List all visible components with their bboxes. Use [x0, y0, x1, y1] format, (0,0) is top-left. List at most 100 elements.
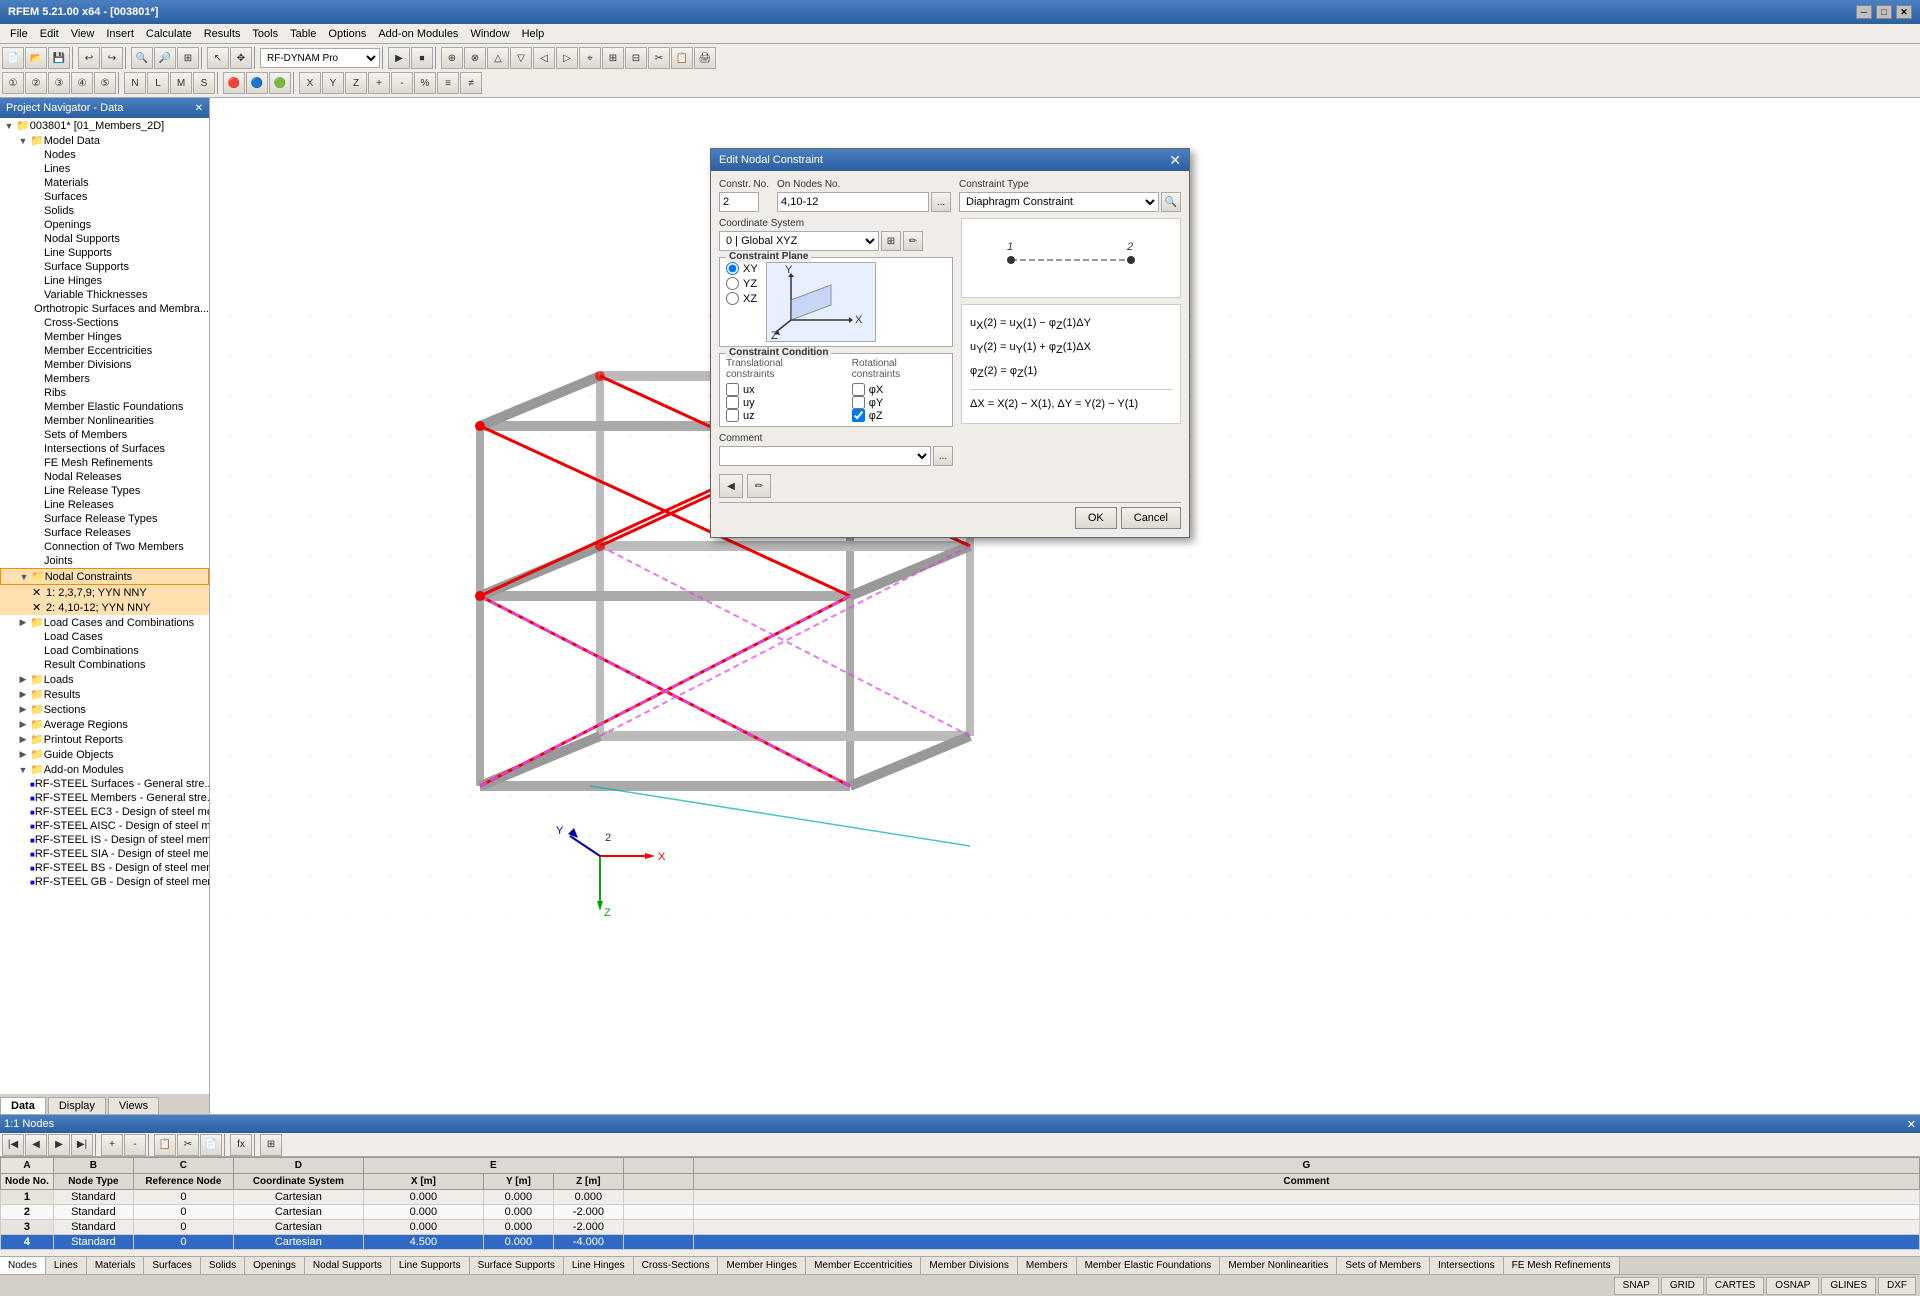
new-btn[interactable]: 📄 [2, 47, 24, 69]
tree-var-thick[interactable]: Variable Thicknesses [0, 288, 209, 302]
tb33[interactable]: X [299, 72, 321, 94]
tree-member-nonlin[interactable]: Member Nonlinearities [0, 414, 209, 428]
tree-materials[interactable]: Materials [0, 176, 209, 190]
dialog-close-btn[interactable]: ✕ [1169, 153, 1181, 167]
nav-tab-display[interactable]: Display [48, 1097, 106, 1114]
tb22[interactable]: ② [25, 72, 47, 94]
tab-fe-mesh[interactable]: FE Mesh Refinements [1504, 1257, 1620, 1274]
on-nodes-input[interactable] [777, 192, 929, 212]
tree-model-data[interactable]: ▼ 📁 Model Data [0, 133, 209, 148]
tree-openings[interactable]: Openings [0, 218, 209, 232]
table-tb-sort[interactable]: ⊞ [260, 1134, 282, 1156]
panel-close-btn[interactable]: ✕ [195, 103, 203, 114]
tree-surface-supports[interactable]: Surface Supports [0, 260, 209, 274]
menu-edit[interactable]: Edit [34, 26, 65, 42]
tab-member-hinges[interactable]: Member Hinges [718, 1257, 806, 1274]
osnap-btn[interactable]: OSNAP [1766, 1277, 1819, 1295]
tb36[interactable]: + [368, 72, 390, 94]
tree-rf-steel-surf[interactable]: ■ RF-STEEL Surfaces - General stre... [0, 777, 209, 791]
next-btn[interactable]: ✏ [747, 474, 771, 498]
grid-btn[interactable]: GRID [1661, 1277, 1704, 1295]
tb21[interactable]: ① [2, 72, 24, 94]
run-btn[interactable]: ▶ [388, 47, 410, 69]
maximize-button[interactable]: □ [1876, 5, 1892, 19]
save-btn[interactable]: 💾 [48, 47, 70, 69]
table-tb1[interactable]: |◀ [2, 1134, 24, 1156]
cancel-button[interactable]: Cancel [1121, 507, 1181, 529]
tree-toggle-nc[interactable]: ▼ [17, 572, 31, 582]
tb29[interactable]: S [193, 72, 215, 94]
stop-btn[interactable]: ⏹ [411, 47, 433, 69]
menu-tools[interactable]: Tools [246, 26, 284, 42]
tb10[interactable]: ▽ [510, 47, 532, 69]
close-button[interactable]: ✕ [1896, 5, 1912, 19]
tree-member-div[interactable]: Member Divisions [0, 358, 209, 372]
tree-lines[interactable]: Lines [0, 162, 209, 176]
table-tb5[interactable]: + [101, 1134, 123, 1156]
tab-nodal-supports[interactable]: Nodal Supports [305, 1257, 391, 1274]
table-row[interactable]: 1 Standard 0 Cartesian 0.000 0.000 0.000 [1, 1190, 1920, 1205]
tab-solids[interactable]: Solids [201, 1257, 245, 1274]
tree-load-comb[interactable]: Load Combinations [0, 644, 209, 658]
tab-surfaces[interactable]: Surfaces [144, 1257, 200, 1274]
menu-file[interactable]: File [4, 26, 34, 42]
tree-rf-steel-bs[interactable]: ■ RF-STEEL BS - Design of steel mem... [0, 861, 209, 875]
tree-container[interactable]: ▼ 📁 003801* [01_Members_2D] ▼ 📁 Model Da… [0, 118, 209, 1094]
menu-help[interactable]: Help [516, 26, 551, 42]
px-checkbox[interactable] [852, 383, 865, 396]
addon-combo[interactable]: RF-DYNAM Pro [260, 48, 380, 68]
table-row[interactable]: 3 Standard 0 Cartesian 0.000 0.000 -2.00… [1, 1220, 1920, 1235]
tree-nodal-supports[interactable]: Nodal Supports [0, 232, 209, 246]
tree-line-hinges[interactable]: Line Hinges [0, 274, 209, 288]
tab-materials[interactable]: Materials [87, 1257, 145, 1274]
table-tb7[interactable]: 📋 [154, 1134, 176, 1156]
menu-calculate[interactable]: Calculate [140, 26, 198, 42]
tab-nodes[interactable]: Nodes [0, 1257, 46, 1274]
tree-nodal-releases[interactable]: Nodal Releases [0, 470, 209, 484]
tree-line-supports[interactable]: Line Supports [0, 246, 209, 260]
tree-surface-releases[interactable]: Surface Releases [0, 526, 209, 540]
tb27[interactable]: L [147, 72, 169, 94]
tab-members[interactable]: Members [1018, 1257, 1077, 1274]
tb16[interactable]: ✂ [648, 47, 670, 69]
tree-member-ecc[interactable]: Member Eccentricities [0, 344, 209, 358]
tree-nc-1[interactable]: ✕ 1: 2,3,7,9; YYN NNY [0, 585, 209, 600]
tree-rf-steel-ec3[interactable]: ■ RF-STEEL EC3 - Design of steel me... [0, 805, 209, 819]
tree-conn-two[interactable]: Connection of Two Members [0, 540, 209, 554]
tab-line-supports[interactable]: Line Supports [391, 1257, 470, 1274]
menu-table[interactable]: Table [284, 26, 322, 42]
table-area[interactable]: A B C D E G Node No. Node Type Reference… [0, 1157, 1920, 1256]
coord-sys-btn2[interactable]: ✏ [903, 231, 923, 251]
tab-openings[interactable]: Openings [245, 1257, 305, 1274]
dxf-btn[interactable]: DXF [1878, 1277, 1916, 1295]
plane-xy-radio[interactable] [726, 262, 739, 275]
tree-intersections[interactable]: Intersections of Surfaces [0, 442, 209, 456]
tb40[interactable]: ≠ [460, 72, 482, 94]
prev-btn[interactable]: ◀ [719, 474, 743, 498]
tree-results[interactable]: ▶📁Results [0, 687, 209, 702]
tree-guide[interactable]: ▶📁Guide Objects [0, 747, 209, 762]
tree-addon-modules[interactable]: ▼ 📁 Add-on Modules [0, 762, 209, 777]
tb39[interactable]: ≡ [437, 72, 459, 94]
fit-btn[interactable]: ⊞ [177, 47, 199, 69]
tree-surface-release-types[interactable]: Surface Release Types [0, 512, 209, 526]
move-btn[interactable]: ✥ [230, 47, 252, 69]
table-row[interactable]: 2 Standard 0 Cartesian 0.000 0.000 -2.00… [1, 1205, 1920, 1220]
edit-nodal-constraint-dialog[interactable]: Edit Nodal Constraint ✕ Constr. No. On N… [710, 148, 1190, 538]
tree-nodes[interactable]: Nodes [0, 148, 209, 162]
zoom-out-btn[interactable]: 🔎 [154, 47, 176, 69]
coord-sys-combo[interactable]: 0 | Global XYZ [719, 231, 879, 251]
tree-cross-sections[interactable]: Cross-Sections [0, 316, 209, 330]
nav-tab-views[interactable]: Views [108, 1097, 159, 1114]
tab-member-ecc[interactable]: Member Eccentricities [806, 1257, 921, 1274]
constraint-type-info-btn[interactable]: 🔍 [1161, 192, 1181, 212]
comment-browse-btn[interactable]: ... [933, 446, 953, 466]
select-btn[interactable]: ↖ [207, 47, 229, 69]
py-checkbox[interactable] [852, 396, 865, 409]
tree-nc-2[interactable]: ✕ 2: 4,10-12; YYN NNY [0, 600, 209, 615]
table-tb9[interactable]: 📄 [200, 1134, 222, 1156]
tb7[interactable]: ⊕ [441, 47, 463, 69]
cartes-btn[interactable]: CARTES [1706, 1277, 1764, 1295]
open-btn[interactable]: 📂 [25, 47, 47, 69]
menu-window[interactable]: Window [464, 26, 515, 42]
